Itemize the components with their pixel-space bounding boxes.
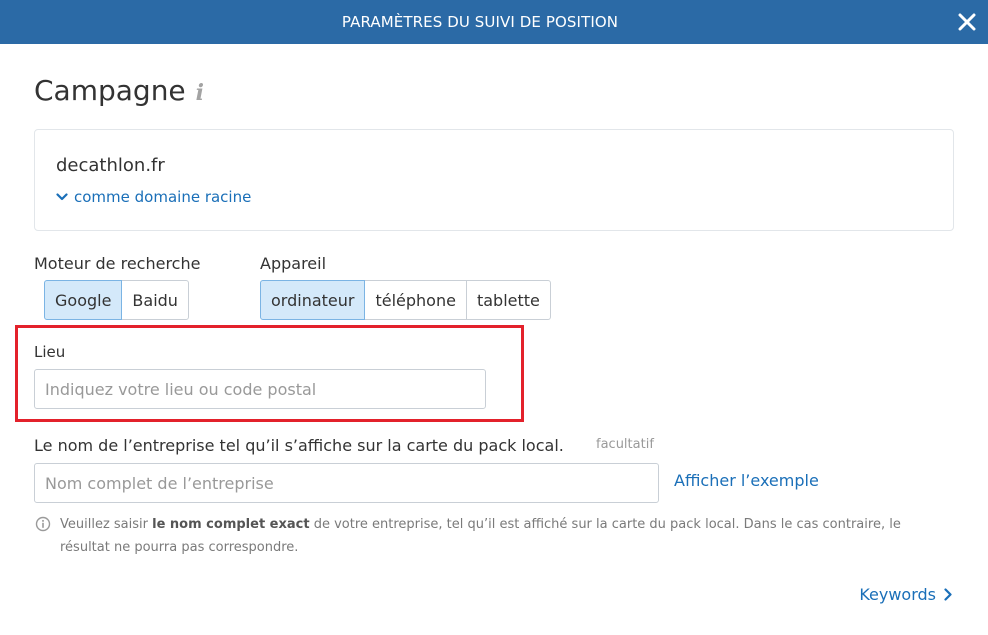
modal-header: PARAMÈTRES DU SUIVI DE POSITION [0,0,988,44]
info-note-text: Veuillez saisir le nom complet exact de … [60,513,934,559]
device-label: Appareil [260,254,327,273]
domain-name: decathlon.fr [56,155,165,176]
info-note: Veuillez saisir le nom complet exact de … [34,513,934,559]
search-engine-label: Moteur de recherche [34,254,201,273]
info-circle-icon [35,516,51,532]
close-icon [958,13,976,31]
business-name-input[interactable] [34,463,659,503]
location-input[interactable] [34,369,486,409]
device-selector: ordinateur téléphone tablette [260,280,551,320]
search-engine-google[interactable]: Google [44,280,123,320]
location-label: Lieu [34,343,66,361]
business-name-label: Le nom de l’entreprise tel qu’il s’affic… [34,436,564,455]
keywords-next-link[interactable]: Keywords [859,585,952,604]
device-phone[interactable]: téléphone [364,280,467,320]
keywords-label: Keywords [859,585,936,604]
search-engine-selector: Google Baidu [44,280,189,320]
show-example-link[interactable]: Afficher l’exemple [674,471,819,490]
domain-type-label: comme domaine racine [74,188,252,206]
modal-title: PARAMÈTRES DU SUIVI DE POSITION [341,13,619,31]
search-engine-baidu[interactable]: Baidu [121,280,189,320]
device-tablet[interactable]: tablette [465,280,551,320]
domain-card: decathlon.fr comme domaine racine [34,129,954,231]
note-bold: le nom complet exact [152,517,310,532]
optional-label: facultatif [596,437,654,452]
chevron-down-icon [56,193,68,201]
campaign-heading: Campagne i [34,74,204,107]
close-button[interactable] [952,7,982,37]
domain-type-dropdown[interactable]: comme domaine racine [56,188,251,206]
campaign-title: Campagne [34,74,186,107]
chevron-right-icon [944,588,952,601]
info-icon[interactable]: i [196,80,204,106]
note-prefix: Veuillez saisir [60,517,153,532]
device-desktop[interactable]: ordinateur [260,280,366,320]
